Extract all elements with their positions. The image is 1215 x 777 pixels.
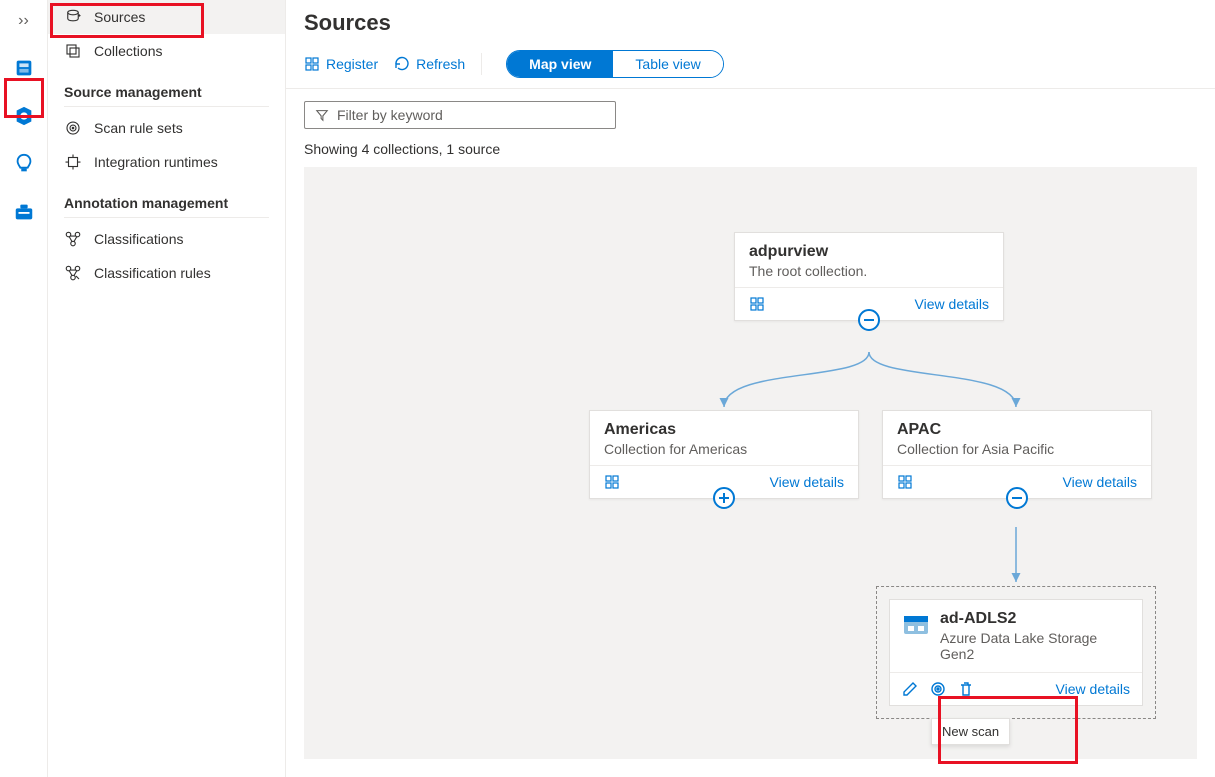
- collection-node-apac[interactable]: APAC Collection for Asia Pacific View de…: [882, 410, 1152, 499]
- view-details-link[interactable]: View details: [770, 474, 844, 490]
- sidebar-item-integration-runtimes[interactable]: Integration runtimes: [48, 145, 285, 179]
- sidebar-item-scan-rule-sets[interactable]: Scan rule sets: [48, 111, 285, 145]
- sidebar-item-label: Integration runtimes: [94, 154, 218, 170]
- collection-node-root[interactable]: adpurview The root collection. View deta…: [734, 232, 1004, 321]
- page-title: Sources: [304, 10, 1197, 36]
- node-title: APAC: [897, 421, 1137, 439]
- rail-catalog-icon[interactable]: [8, 52, 40, 84]
- sidebar-heading-annotation-mgmt: Annotation management: [64, 183, 269, 218]
- grid-icon[interactable]: [897, 474, 913, 490]
- table-view-button[interactable]: Table view: [613, 51, 722, 77]
- filter-icon: [315, 108, 329, 122]
- main-content: Sources Register Refresh Map view Table …: [286, 0, 1215, 777]
- register-button[interactable]: Register: [304, 56, 378, 72]
- collection-node-americas[interactable]: Americas Collection for Americas View de…: [589, 410, 859, 499]
- rail-insights-icon[interactable]: [8, 148, 40, 180]
- view-details-link[interactable]: View details: [1056, 681, 1130, 697]
- sidebar-item-sources[interactable]: Sources: [48, 0, 285, 34]
- node-title: ad-ADLS2: [940, 610, 1130, 628]
- edit-icon[interactable]: [902, 681, 918, 697]
- rail-management-icon[interactable]: [8, 196, 40, 228]
- delete-icon[interactable]: [958, 681, 974, 697]
- storage-icon: [902, 610, 930, 638]
- left-rail: ››: [0, 0, 48, 777]
- sidebar-item-label: Collections: [94, 43, 162, 59]
- collapse-toggle[interactable]: [858, 309, 880, 331]
- sidebar-item-label: Classifications: [94, 231, 183, 247]
- sidebar-item-label: Sources: [94, 9, 145, 25]
- node-subtitle: Azure Data Lake Storage Gen2: [940, 630, 1130, 662]
- source-node-adls2[interactable]: ad-ADLS2 Azure Data Lake Storage Gen2 Vi…: [889, 599, 1143, 706]
- node-title: adpurview: [749, 243, 989, 261]
- sidebar-item-collections[interactable]: Collections: [48, 34, 285, 68]
- view-details-link[interactable]: View details: [1063, 474, 1137, 490]
- sidebar-item-classification-rules[interactable]: Classification rules: [48, 256, 285, 290]
- filter-input[interactable]: Filter by keyword: [304, 101, 616, 129]
- node-subtitle: The root collection.: [749, 263, 989, 279]
- node-subtitle: Collection for Americas: [604, 441, 844, 457]
- scan-icon[interactable]: [930, 681, 946, 697]
- expand-toggle[interactable]: [713, 487, 735, 509]
- node-subtitle: Collection for Asia Pacific: [897, 441, 1137, 457]
- view-toggle: Map view Table view: [506, 50, 724, 78]
- node-title: Americas: [604, 421, 844, 439]
- sources-container: ad-ADLS2 Azure Data Lake Storage Gen2 Vi…: [876, 586, 1156, 719]
- expand-rail-button[interactable]: ››: [12, 6, 35, 36]
- collapse-toggle[interactable]: [1006, 487, 1028, 509]
- map-canvas[interactable]: adpurview The root collection. View deta…: [304, 167, 1197, 759]
- sidebar-item-label: Classification rules: [94, 265, 211, 281]
- rail-sources-icon[interactable]: [8, 100, 40, 132]
- grid-icon[interactable]: [749, 296, 765, 312]
- sidebar-item-classifications[interactable]: Classifications: [48, 222, 285, 256]
- status-text: Showing 4 collections, 1 source: [286, 135, 1215, 167]
- view-details-link[interactable]: View details: [915, 296, 989, 312]
- toolbar: Register Refresh Map view Table view: [286, 44, 1215, 89]
- map-view-button[interactable]: Map view: [507, 51, 613, 77]
- refresh-button[interactable]: Refresh: [394, 56, 465, 72]
- tooltip-new-scan: New scan: [931, 718, 1010, 745]
- sidebar-item-label: Scan rule sets: [94, 120, 183, 136]
- sidebar-heading-source-mgmt: Source management: [64, 72, 269, 107]
- grid-icon[interactable]: [604, 474, 620, 490]
- sidebar: Sources Collections Source management Sc…: [48, 0, 286, 777]
